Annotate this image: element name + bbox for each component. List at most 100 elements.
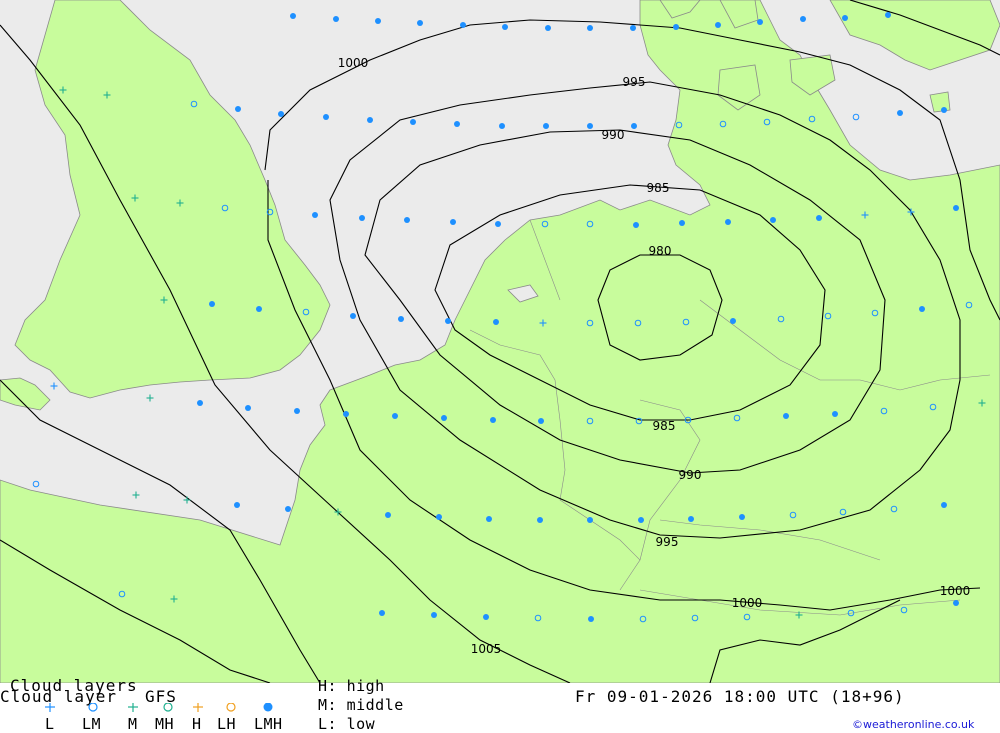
cloud-marker-dot (235, 106, 241, 112)
cloud-marker-dot (715, 22, 721, 28)
cloud-marker-dot (495, 221, 501, 227)
cloud-marker-dot (209, 301, 215, 307)
isobar-label: 990 (679, 468, 702, 482)
cloud-marker-dot (800, 16, 806, 22)
land-island-small3 (929, 91, 951, 113)
key-low: L: low (318, 715, 376, 733)
cloud-marker-dot (730, 318, 736, 324)
isobar-label: 990 (602, 128, 625, 142)
cloud-marker-dot (588, 616, 594, 622)
cloud-marker-dot (587, 25, 593, 31)
dot-icon (263, 703, 273, 712)
cloud-marker-dot (454, 121, 460, 127)
cloud-marker-dot (783, 413, 789, 419)
isobar-label: 995 (656, 535, 679, 549)
key-middle: M: middle (318, 696, 404, 714)
cloud-marker-dot (490, 417, 496, 423)
isobar-label: 985 (647, 181, 670, 195)
cloud-marker-dot (679, 220, 685, 226)
isobar-label: 1000 (940, 584, 971, 598)
legend-label-m: M (128, 715, 138, 733)
cloud-marker-dot (343, 411, 349, 417)
cloud-marker-dot (197, 400, 203, 406)
legend-label-lmh: LMH (254, 715, 283, 733)
legend-bar: Cloud layers Cloud layer GFS L LM M MH H… (0, 676, 1000, 733)
cloud-marker-dot (483, 614, 489, 620)
legend-label-lh: LH (217, 715, 237, 733)
cloud-marker-dot (350, 313, 356, 319)
cloud-marker-dot (285, 506, 291, 512)
cloud-marker-dot (486, 516, 492, 522)
cloud-marker-dot (445, 318, 451, 324)
cloud-marker-dot (379, 610, 385, 616)
cloud-marker-dot (499, 123, 505, 129)
cloud-marker-dot (941, 107, 947, 113)
cloud-marker-dot (404, 217, 410, 223)
cloud-marker-dot (633, 222, 639, 228)
cloud-marker-dot (816, 215, 822, 221)
cloud-marker-dot (294, 408, 300, 414)
cloud-marker-dot (502, 24, 508, 30)
cloud-marker-dot (725, 219, 731, 225)
cloud-marker-dot (312, 212, 318, 218)
legend-label-l: L (45, 715, 55, 733)
plus-icon (45, 703, 55, 712)
cloud-marker-dot (757, 19, 763, 25)
cloud-marker-dot (450, 219, 456, 225)
cloud-marker-dot (537, 517, 543, 523)
cloud-marker-dot (417, 20, 423, 26)
credit-link[interactable]: ©weatheronline.co.uk (852, 718, 974, 731)
cloud-marker-dot (538, 418, 544, 424)
cloud-marker-dot (385, 512, 391, 518)
cloud-marker-dot (245, 405, 251, 411)
cloud-marker-dot (375, 18, 381, 24)
isobar-label: 1005 (471, 642, 502, 656)
isobar-label: 1000 (732, 596, 763, 610)
plus-icon (193, 703, 203, 712)
cloud-marker-dot (256, 306, 262, 312)
cloud-marker-dot (460, 22, 466, 28)
isobar-label: 980 (649, 244, 672, 258)
cloud-marker-dot (630, 25, 636, 31)
circle-icon (226, 703, 236, 712)
legend-label-mh: MH (155, 715, 175, 733)
cloud-marker-dot (441, 415, 447, 421)
cloud-marker-dot (543, 123, 549, 129)
cloud-marker-dot (278, 111, 284, 117)
isobar-label: 995 (623, 75, 646, 89)
cloud-marker-dot (688, 516, 694, 522)
cloud-marker-dot (638, 517, 644, 523)
circle-icon (88, 703, 98, 712)
cloud-marker-dot (770, 217, 776, 223)
cloud-marker-dot (392, 413, 398, 419)
cloud-marker-dot (842, 15, 848, 21)
cloud-marker-dot (897, 110, 903, 116)
forecast-datetime: Fr 09-01-2026 18:00 UTC (18+96) (575, 687, 905, 706)
cloud-marker-dot (953, 205, 959, 211)
cloud-marker-dot (587, 123, 593, 129)
circle-icon (163, 703, 173, 712)
cloud-marker-dot (398, 316, 404, 322)
cloud-marker-dot (587, 517, 593, 523)
cloud-marker-dot (359, 215, 365, 221)
cloud-marker-dot (832, 411, 838, 417)
legend-label-lm: LM (82, 715, 102, 733)
cloud-marker-dot (885, 12, 891, 18)
cloud-marker-dot (323, 114, 329, 120)
cloud-marker-dot (673, 24, 679, 30)
cloud-marker-dot (631, 123, 637, 129)
isobar-label: 1000 (338, 56, 369, 70)
key-high: H: high (318, 677, 385, 695)
cloud-marker-dot (953, 600, 959, 606)
plus-icon (128, 703, 138, 712)
legend-label-h: H (192, 715, 202, 733)
cloud-marker-dot (410, 119, 416, 125)
cloud-marker-dot (333, 16, 339, 22)
cloud-marker-dot (493, 319, 499, 325)
cloud-marker-dot (941, 502, 947, 508)
cloud-marker-dot (739, 514, 745, 520)
weather-map: 1000 995 990 985 980 985 990 995 1000 1000 1005 (0, 0, 1000, 683)
cloud-marker-dot (367, 117, 373, 123)
cloud-marker-dot (290, 13, 296, 19)
cloud-marker-dot (919, 306, 925, 312)
